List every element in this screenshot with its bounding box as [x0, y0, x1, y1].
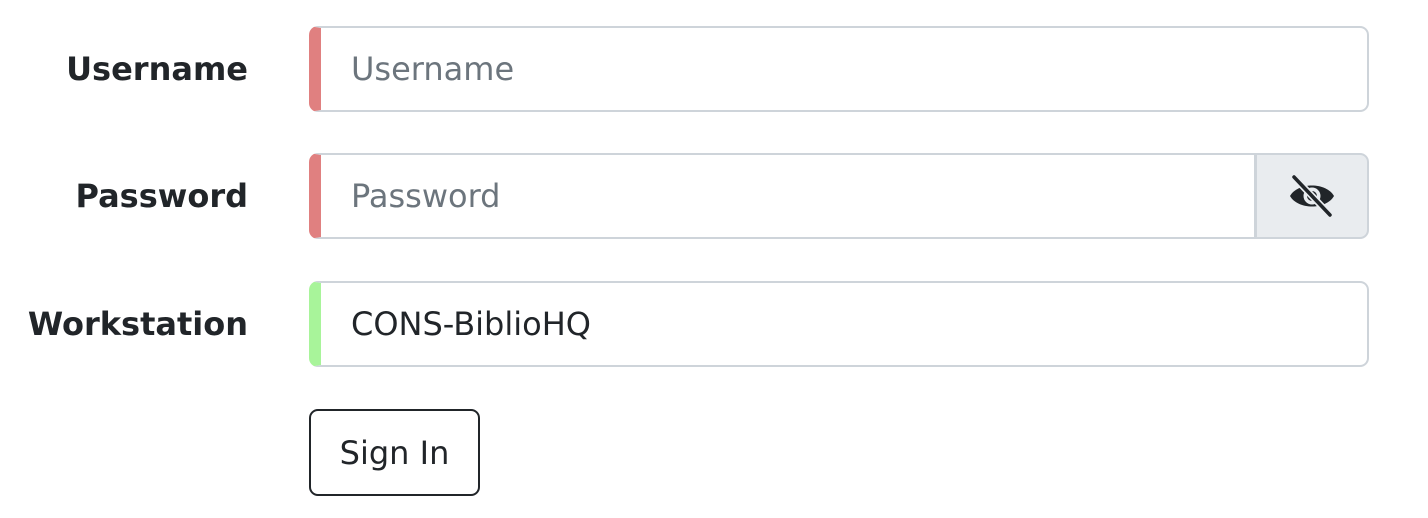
eye-slash-icon	[1290, 174, 1334, 218]
workstation-input[interactable]	[309, 281, 1369, 367]
toggle-password-visibility-button[interactable]	[1255, 153, 1369, 239]
sign-in-button[interactable]: Sign In	[309, 409, 480, 496]
workstation-row: Workstation	[0, 281, 1428, 367]
password-input[interactable]	[309, 153, 1256, 239]
login-form: Username Password Workstation Sign In	[0, 0, 1428, 518]
password-label: Password	[75, 177, 248, 215]
username-label: Username	[66, 50, 248, 88]
workstation-label: Workstation	[27, 305, 248, 343]
username-row: Username	[0, 26, 1428, 112]
password-row: Password	[0, 153, 1428, 239]
username-input[interactable]	[309, 26, 1369, 112]
